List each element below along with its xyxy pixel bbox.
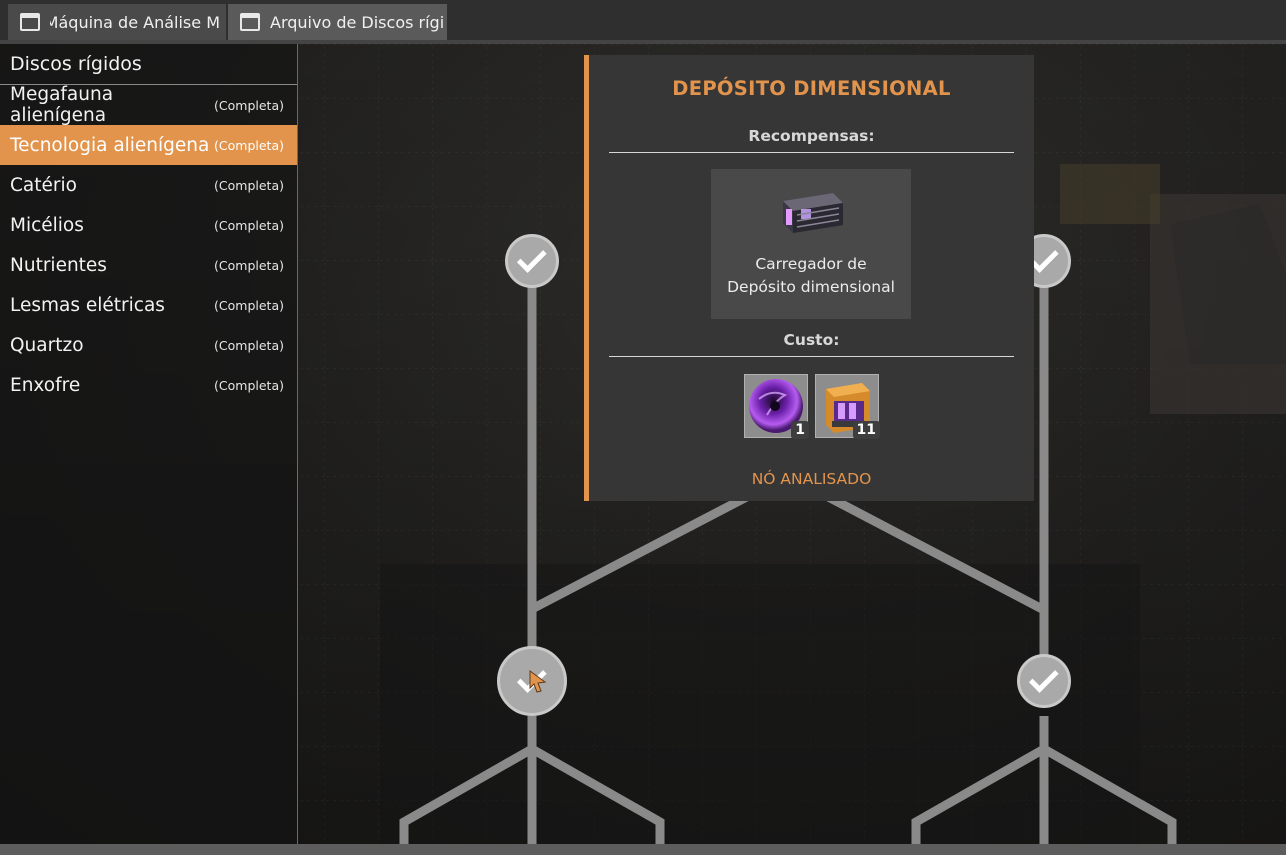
sidebar-item-label: Quartzo bbox=[10, 334, 84, 356]
checkmark-icon bbox=[1028, 662, 1059, 693]
sidebar-item-status: (Completa) bbox=[214, 297, 284, 313]
mouse-cursor-icon bbox=[529, 670, 547, 693]
tree-node-completed[interactable] bbox=[1017, 654, 1071, 708]
node-status: NÓ ANALISADO bbox=[751, 470, 872, 488]
sidebar-item-status: (Completa) bbox=[214, 177, 284, 193]
sidebar-item-alien-technology[interactable]: Tecnologia alienígena (Completa) bbox=[0, 125, 297, 165]
reward-name-line: Depósito dimensional bbox=[727, 278, 895, 296]
sidebar-item-power-slugs[interactable]: Lesmas elétricas (Completa) bbox=[0, 285, 297, 325]
sidebar-item-label: Tecnologia alienígena bbox=[10, 134, 210, 156]
tab-bar: Máquina de Análise M Arquivo de Discos r… bbox=[0, 0, 1286, 40]
cost-item-container[interactable]: 11 bbox=[815, 374, 880, 439]
sidebar-item-nutrients[interactable]: Nutrientes (Completa) bbox=[0, 245, 297, 285]
sidebar-item-label: Catério bbox=[10, 174, 77, 196]
node-title: DEPÓSITO DIMENSIONAL bbox=[672, 77, 951, 100]
bottom-scroll-bar bbox=[0, 844, 1286, 855]
sidebar-item-status: (Completa) bbox=[214, 97, 284, 113]
node-info-panel: DEPÓSITO DIMENSIONAL Recompensas: Carreg… bbox=[584, 55, 1034, 501]
tab-analysis-machine[interactable]: Máquina de Análise M bbox=[8, 4, 226, 40]
tab-hard-drive-archive[interactable]: Arquivo de Discos rígi bbox=[228, 4, 447, 40]
cost-count: 11 bbox=[852, 421, 880, 439]
sidebar-item-status: (Completa) bbox=[214, 377, 284, 393]
sidebar-item-sulfur[interactable]: Enxofre (Completa) bbox=[0, 365, 297, 405]
sidebar-item-alien-megafauna[interactable]: Megafauna alienígena (Completa) bbox=[0, 84, 297, 126]
hard-drive-sidebar: Discos rígidos Megafauna alienígena (Com… bbox=[0, 44, 298, 844]
sidebar-item-label: Nutrientes bbox=[10, 254, 107, 276]
reward-name-line: Carregador de bbox=[755, 255, 867, 273]
window-icon bbox=[240, 13, 260, 31]
sidebar-item-caterium[interactable]: Catério (Completa) bbox=[0, 165, 297, 205]
cost-label: Custo: bbox=[609, 331, 1014, 357]
cost-item-dark-matter[interactable]: 1 bbox=[744, 374, 809, 439]
sidebar-item-label: Megafauna alienígena bbox=[10, 84, 114, 126]
sidebar-item-label: Enxofre bbox=[10, 374, 81, 396]
tab-label: Máquina de Análise M bbox=[50, 12, 220, 32]
sidebar-item-mycelia[interactable]: Micélios (Completa) bbox=[0, 205, 297, 245]
sidebar-item-status: (Completa) bbox=[214, 337, 284, 353]
sidebar-title: Discos rígidos bbox=[0, 44, 297, 85]
sidebar-item-status: (Completa) bbox=[214, 217, 284, 233]
sidebar-item-label: Micélios bbox=[10, 214, 84, 236]
reward-name: Carregador de Depósito dimensional bbox=[711, 253, 911, 299]
cost-count: 1 bbox=[791, 421, 809, 439]
reward-card[interactable]: Carregador de Depósito dimensional bbox=[711, 169, 911, 319]
window-icon bbox=[20, 13, 40, 31]
sidebar-item-status: (Completa) bbox=[214, 137, 284, 153]
sidebar-item-quartz[interactable]: Quartzo (Completa) bbox=[0, 325, 297, 365]
checkmark-icon bbox=[516, 242, 547, 273]
dimensional-depot-uploader-icon bbox=[783, 193, 843, 233]
tree-node-completed[interactable] bbox=[505, 234, 559, 288]
rewards-label: Recompensas: bbox=[609, 127, 1014, 153]
tab-label: Arquivo de Discos rígi bbox=[270, 12, 445, 32]
sidebar-item-status: (Completa) bbox=[214, 257, 284, 273]
sidebar-item-label: Lesmas elétricas bbox=[10, 294, 165, 316]
